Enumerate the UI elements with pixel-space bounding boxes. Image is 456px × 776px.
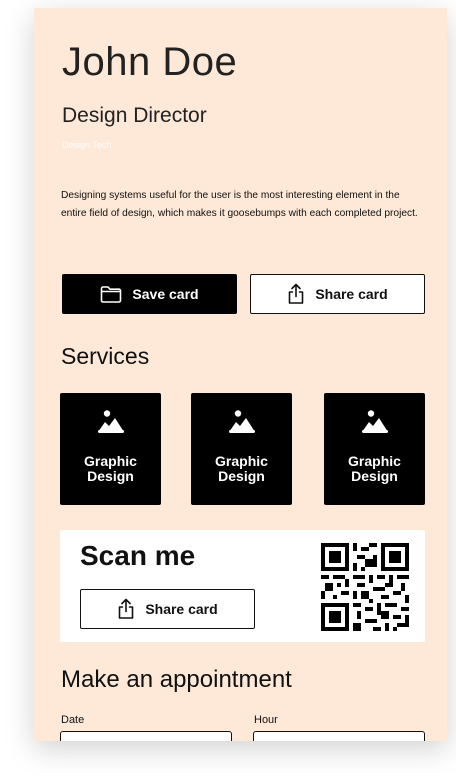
save-card-label: Save card [132,286,199,302]
scan-panel: Scan me Share card [60,530,425,642]
folder-icon [100,285,122,303]
services-heading: Services [61,343,150,369]
share-card-label: Share card [315,286,388,302]
save-card-button[interactable]: Save card [62,274,237,314]
image-icon [227,409,257,440]
profile-title: Design Director [62,104,207,127]
share-icon [287,283,305,305]
profile-name: John Doe [62,40,238,84]
service-label: Graphic Design [348,453,401,484]
appointment-heading: Make an appointment [61,666,292,693]
service-label: Graphic Design [84,453,137,484]
qr-code-icon [321,543,409,636]
share-card-button[interactable]: Share card [250,274,425,314]
share-icon [117,598,135,620]
scan-share-card-button[interactable]: Share card [80,589,255,629]
scan-heading: Scan me [80,540,196,571]
profile-company: Design Tech [62,140,112,150]
date-label: Date [61,714,85,726]
service-tile[interactable]: Graphic Design [324,393,425,505]
hour-input[interactable] [253,731,425,741]
image-icon [360,409,390,440]
scan-share-card-label: Share card [145,601,218,617]
business-card: John Doe Design Director Design Tech Des… [34,8,447,741]
date-input[interactable] [60,731,232,741]
hour-label: Hour [254,714,278,726]
profile-bio: Designing systems useful for the user is… [61,190,418,219]
service-label: Graphic Design [215,453,268,484]
service-tile[interactable]: Graphic Design [60,393,161,505]
service-tile[interactable]: Graphic Design [191,393,292,505]
image-icon [96,409,126,440]
